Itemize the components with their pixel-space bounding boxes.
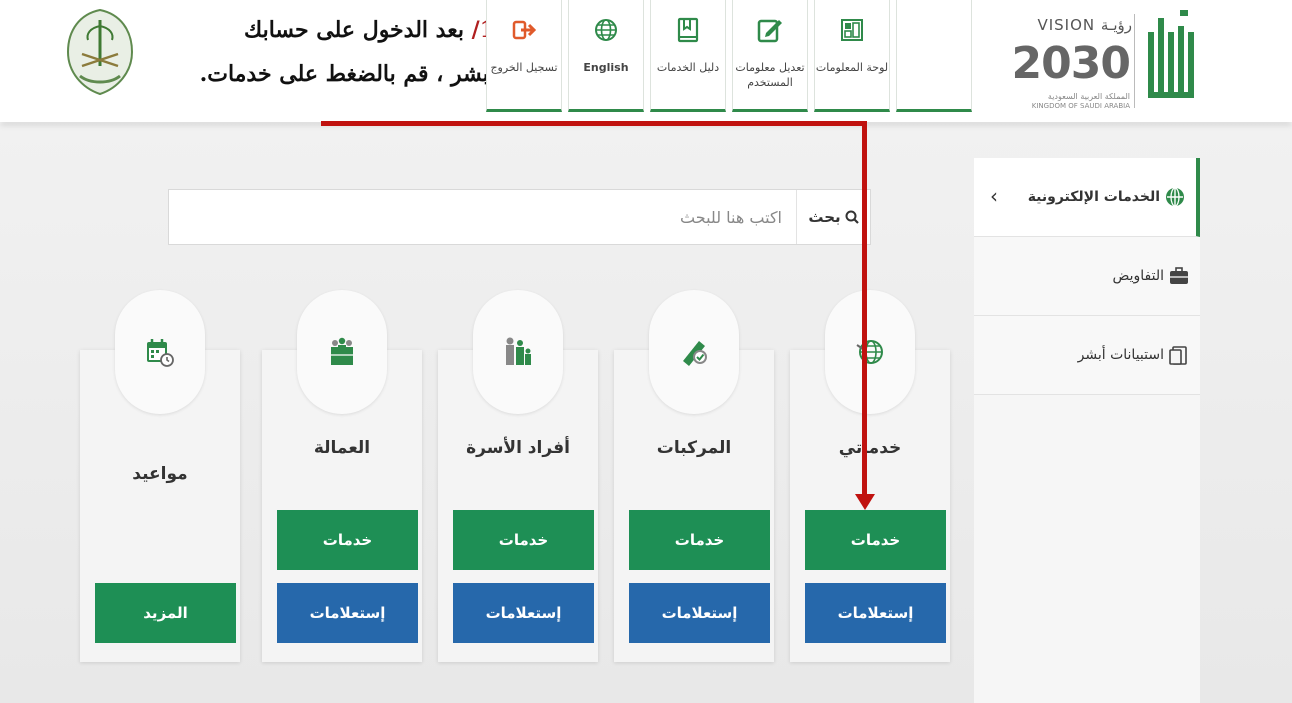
services-button[interactable]: خدمات [277,510,418,570]
nav-services-guide[interactable]: دليل الخدمات [650,0,726,112]
sidebar-item-label: التفاويض [1112,268,1164,284]
card-vehicles: المركبات خدمات إستعلامات [614,290,774,662]
card-title: مواعيد [132,464,188,484]
nav-services-guide-label: دليل الخدمات [656,61,720,74]
card-icon-circle [297,290,387,414]
card-title: أفراد الأسرة [466,438,570,458]
annotation-arrow-line [321,121,867,126]
car-key-icon [683,341,707,366]
book-icon [677,17,699,43]
edit-icon [757,19,782,43]
instruction-text: 1/ بعد الدخول على حسابك أبشر ، قم بالضغط… [160,8,495,96]
nav-english[interactable]: English [568,0,644,112]
nav-english-label: English [583,61,629,74]
chevron-left-icon[interactable]: ‹ [990,184,998,208]
sidebar-item-label: الخدمات الإلكترونية [1027,189,1160,205]
instruction-line2: أبشر ، قم بالضغط على خدمات. [199,61,495,87]
vision-year: 2030 [1011,38,1131,89]
calendar-icon [147,339,174,367]
search-bar: بحث [168,189,871,245]
search-icon [845,210,859,224]
top-nav: تسجيل الخروج English دليل الخدمات تعديل … [486,0,972,112]
nav-logout-label: تسجيل الخروج [490,61,558,74]
card-appointments: مواعيد المزيد [80,290,240,662]
vision-2030-logo: VISION رؤيـة 2030 المملكة العربية السعود… [1012,10,1132,110]
logout-icon [512,20,537,40]
ministry-emblem-icon [66,8,134,96]
absher-logo-icon [1148,10,1194,98]
workers-icon [331,337,353,365]
vision-arabic-caption: المملكة العربية السعودية [1047,92,1130,101]
nav-edit-user-info[interactable]: تعديل معلومات المستخدم [732,0,808,112]
card-title: خدماتي [838,438,902,458]
annotation-arrow-head-icon [855,494,875,510]
inquiries-button[interactable]: إستعلامات [629,583,770,643]
card-icon-circle [825,290,915,414]
more-button[interactable]: المزيد [95,583,236,643]
vision-title: VISION رؤيـة [1037,16,1132,34]
nav-edit-user-info-label: تعديل معلومات المستخدم [735,61,805,89]
nav-logout[interactable]: تسجيل الخروج [486,0,562,112]
vision-english-caption: KINGDOM OF SAUDI ARABIA [1031,102,1130,110]
card-labor: العمالة خدمات إستعلامات [262,290,422,662]
nav-dashboard[interactable]: لوحة المعلومات [814,0,890,112]
nav-empty-slot [896,0,972,112]
card-title: المركبات [656,438,732,458]
globe-icon [1166,187,1184,207]
inquiries-button[interactable]: إستعلامات [805,583,946,643]
search-button-label: بحث [808,208,841,226]
sidebar-item-surveys[interactable]: استبيانات أبشر [974,316,1200,395]
card-icon-circle [473,290,563,414]
inquiries-button[interactable]: إستعلامات [277,583,418,643]
clipboard-icon [1169,346,1187,365]
annotation-arrow-line [862,121,867,501]
card-title: العمالة [313,438,371,458]
dashboard-icon [841,19,863,41]
instruction-line1: بعد الدخول على حسابك [244,17,464,43]
sidebar-item-label: استبيانات أبشر [1077,347,1164,363]
search-input[interactable] [169,190,796,244]
inquiries-button[interactable]: إستعلامات [453,583,594,643]
services-button[interactable]: خدمات [453,510,594,570]
services-button[interactable]: خدمات [805,510,946,570]
card-family-members: أفراد الأسرة خدمات إستعلامات [438,290,598,662]
family-icon [506,337,531,365]
globe-icon [856,340,883,364]
card-icon-circle [115,290,205,414]
briefcase-icon [1170,267,1188,284]
globe-icon [595,19,617,41]
card-icon-circle [649,290,739,414]
sidebar-item-delegations[interactable]: التفاويض [974,237,1200,316]
search-button[interactable]: بحث [796,190,870,244]
sidebar-item-e-services[interactable]: ‹ الخدمات الإلكترونية [974,158,1200,237]
services-button[interactable]: خدمات [629,510,770,570]
sidebar: ‹ الخدمات الإلكترونية التفاويض استبيانات… [974,158,1200,703]
logo-divider [1134,14,1135,108]
nav-dashboard-label: لوحة المعلومات [815,61,889,74]
